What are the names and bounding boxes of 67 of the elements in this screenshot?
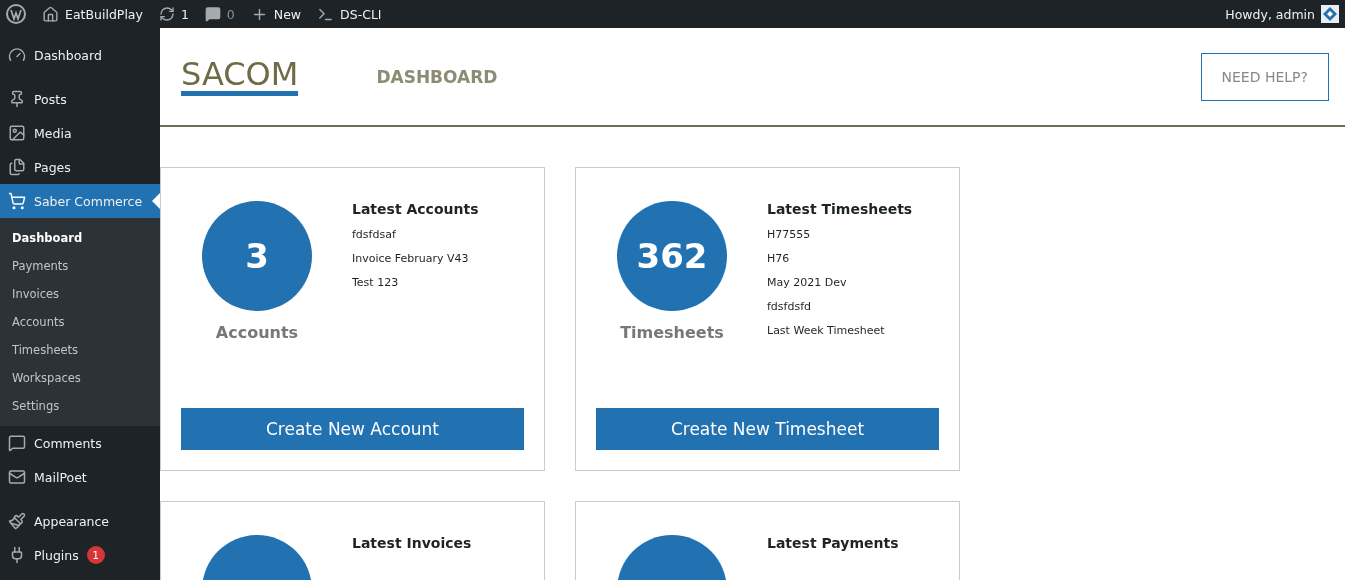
sidebar-item[interactable]: MailPoet xyxy=(0,460,160,494)
submenu-item[interactable]: Timesheets xyxy=(0,336,160,364)
greeting-link[interactable]: Howdy, admin xyxy=(1225,6,1315,22)
create-button[interactable]: Create New Account xyxy=(181,408,524,450)
gauge-icon xyxy=(8,46,26,64)
help-button[interactable]: NEED HELP? xyxy=(1200,52,1329,101)
list-title: Latest Payments xyxy=(767,535,899,551)
list-item: fdsfdsaf xyxy=(352,228,397,243)
sidebar-item-label: Plugins xyxy=(34,547,79,563)
comments-count[interactable]: 0 xyxy=(226,6,235,22)
sidebar-item[interactable]: Appearance xyxy=(0,504,160,538)
pages-icon xyxy=(8,158,26,176)
sidebar-item-label: Saber Commerce xyxy=(34,193,143,209)
list-item: May 2021 Dev xyxy=(767,276,848,291)
sidebar-item[interactable]: Saber Commerce xyxy=(0,184,160,218)
refresh-icon[interactable] xyxy=(158,6,175,22)
speech-bubble-icon[interactable] xyxy=(204,6,221,22)
avatar-icon[interactable] xyxy=(1321,5,1339,23)
sidebar-item-label: Comments xyxy=(34,435,102,451)
logo-text: SACOM xyxy=(181,57,299,96)
submenu-item[interactable]: Settings xyxy=(0,392,160,420)
sidebar-item-label: Appearance xyxy=(34,513,110,529)
sidebar-item[interactable]: Plugins 1 xyxy=(0,538,160,572)
wordpress-logo-icon[interactable] xyxy=(6,4,26,24)
list-item: Test 123 xyxy=(352,276,400,291)
submenu-item[interactable]: Payments xyxy=(0,252,160,280)
create-button[interactable]: Create New Timesheet xyxy=(596,408,939,450)
list-item: Invoice February V43 xyxy=(352,252,470,267)
sidebar-item-label: Posts xyxy=(34,91,67,107)
sidebar-item-label: MailPoet xyxy=(34,469,87,485)
new-link[interactable]: New xyxy=(273,6,302,22)
updates-count[interactable]: 1 xyxy=(180,6,189,22)
site-name-link[interactable]: EatBuildPlay xyxy=(65,6,143,22)
cli-link[interactable]: DS-CLI xyxy=(340,6,382,22)
image-icon xyxy=(8,124,26,142)
list-item: H76 xyxy=(767,252,791,267)
envelope-icon xyxy=(8,468,26,486)
cart-icon xyxy=(8,192,26,210)
count-label: Timesheets xyxy=(620,323,724,342)
paintbrush-icon xyxy=(8,512,26,530)
list-title: Latest Invoices xyxy=(352,535,472,551)
home-icon[interactable] xyxy=(42,5,59,23)
speech-bubble-icon xyxy=(8,434,26,452)
list-title: Latest Timesheets xyxy=(767,201,913,217)
sidebar-item[interactable]: Pages xyxy=(0,150,160,184)
sidebar-item-label: Pages xyxy=(34,159,71,175)
submenu-item[interactable]: Invoices xyxy=(0,280,160,308)
list-item: H77555 xyxy=(767,228,812,243)
sidebar-item[interactable]: Dashboard xyxy=(0,38,160,72)
sidebar-item-label: Media xyxy=(34,125,72,141)
count-circle: 3 xyxy=(202,201,312,311)
pointer-icon xyxy=(152,193,160,209)
list-item: fdsfdsfd xyxy=(767,300,813,315)
count-circle: 362 xyxy=(617,201,727,311)
sidebar-item[interactable]: Posts xyxy=(0,82,160,116)
list-item: Last Week Timesheet xyxy=(767,324,886,339)
sidebar-item[interactable]: Comments xyxy=(0,426,160,460)
submenu-item[interactable]: Accounts xyxy=(0,308,160,336)
count-label: Accounts xyxy=(215,323,299,342)
sidebar-item-label: Dashboard xyxy=(34,47,102,63)
page-title: DASHBOARD xyxy=(376,66,499,87)
pin-icon xyxy=(8,90,26,108)
count-badge: 1 xyxy=(86,546,105,564)
sidebar-item[interactable]: Media xyxy=(0,116,160,150)
list-title: Latest Accounts xyxy=(352,201,479,217)
submenu-item[interactable]: Dashboard xyxy=(0,224,160,252)
submenu-item[interactable]: Workspaces xyxy=(0,364,160,392)
